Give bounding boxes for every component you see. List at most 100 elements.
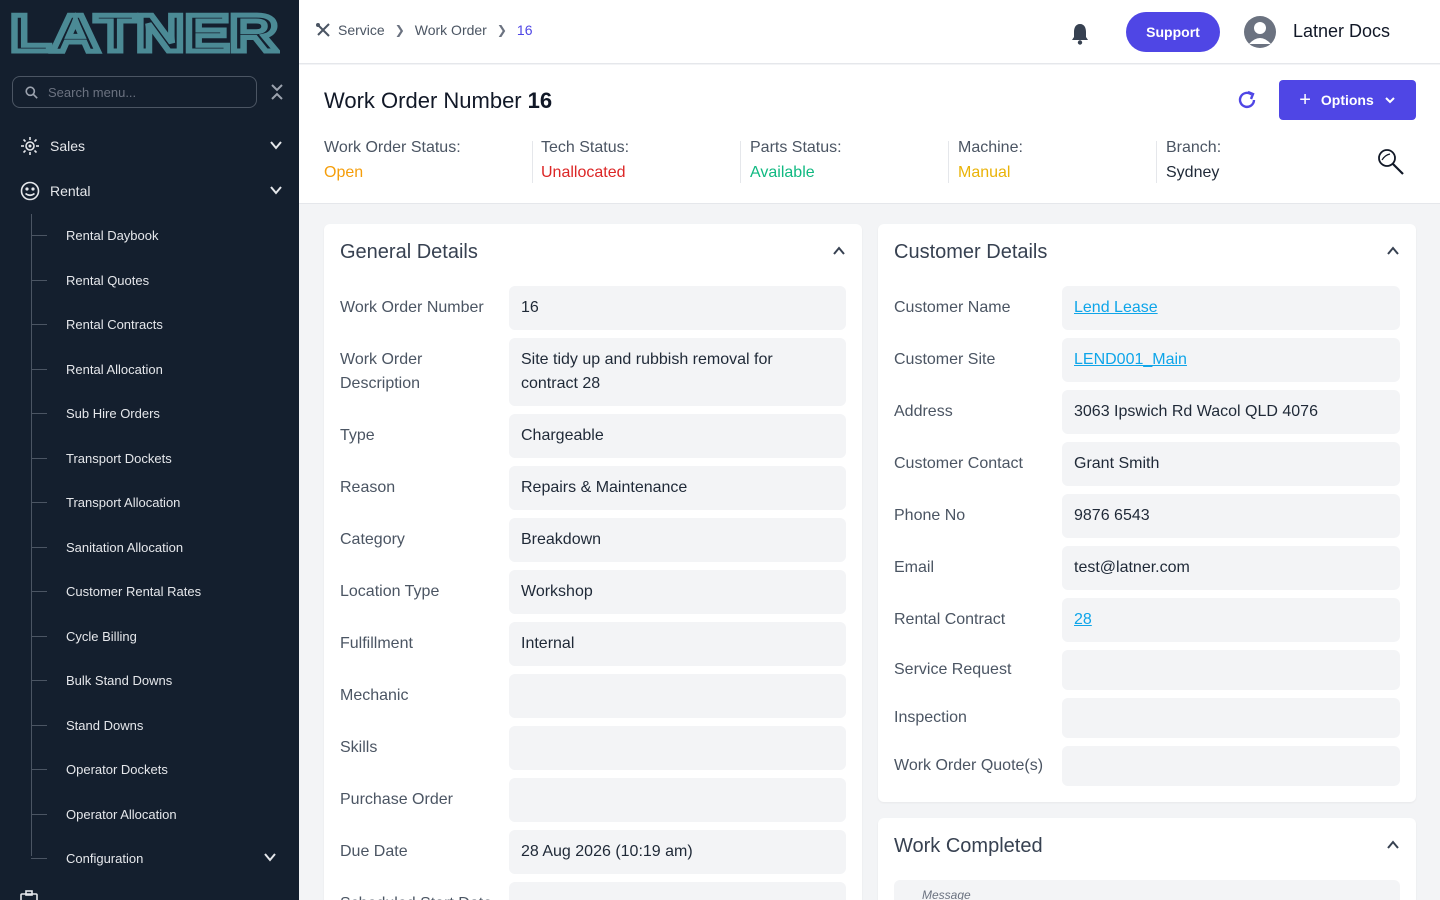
sidebar-item-transport-allocation[interactable]: Transport Allocation: [31, 484, 299, 520]
divider: [948, 141, 949, 183]
sidebar-item-label: Rental Daybook: [66, 227, 159, 243]
sidebar-item-stand-downs[interactable]: Stand Downs: [31, 707, 299, 743]
field-value[interactable]: [1062, 698, 1400, 738]
avatar[interactable]: [1244, 16, 1276, 48]
field-value[interactable]: Site tidy up and rubbish removal for con…: [509, 338, 846, 406]
field-value[interactable]: Grant Smith: [1062, 442, 1400, 486]
field-label: Work Order Number: [340, 299, 484, 316]
field-label: Location Type: [340, 583, 440, 600]
message-input[interactable]: Message: [894, 880, 1400, 900]
sidebar-item-operator-dockets[interactable]: Operator Dockets: [31, 751, 299, 787]
options-label: Options: [1320, 92, 1374, 108]
sidebar-item-label: Transport Allocation: [66, 494, 181, 510]
status-value: Unallocated: [541, 164, 626, 181]
sidebar-item-sales[interactable]: Sales: [0, 126, 299, 166]
sidebar-item-configuration[interactable]: Configuration: [31, 840, 299, 876]
general-details-card: General Details Work Order Number 16 Wor…: [324, 224, 862, 900]
breadcrumb-work-order[interactable]: Work Order: [415, 22, 487, 38]
field-value[interactable]: Breakdown: [509, 518, 846, 562]
customer-name-link[interactable]: Lend Lease: [1074, 299, 1158, 316]
sidebar-item-rental-daybook[interactable]: Rental Daybook: [31, 217, 299, 253]
chevron-up-icon[interactable]: [832, 244, 846, 258]
sidebar-item-customer-rental-rates[interactable]: Customer Rental Rates: [31, 573, 299, 609]
sidebar-item-rental-quotes[interactable]: Rental Quotes: [31, 262, 299, 298]
sidebar-item-sub-hire-orders[interactable]: Sub Hire Orders: [31, 395, 299, 431]
sidebar-item-cycle-billing[interactable]: Cycle Billing: [31, 618, 299, 654]
field-label: Inspection: [894, 709, 967, 726]
sidebar: LATNER Sales Rental Rental Daybook Renta…: [0, 0, 299, 900]
sidebar-item-operator-allocation[interactable]: Operator Allocation: [31, 796, 299, 832]
sidebar-item-label: Rental Allocation: [66, 361, 163, 377]
search-menu-input[interactable]: [48, 84, 228, 100]
field-label: Fulfillment: [340, 635, 413, 652]
latner-logo[interactable]: LATNER: [10, 8, 280, 56]
status-tech: Tech Status: Unallocated: [541, 139, 741, 189]
field-value[interactable]: Repairs & Maintenance: [509, 466, 846, 510]
sidebar-item-rental[interactable]: Rental: [0, 171, 299, 211]
field-value[interactable]: Workshop: [509, 570, 846, 614]
card-title: Work Completed: [894, 835, 1043, 857]
status-parts: Parts Status: Available: [750, 139, 950, 189]
field-value[interactable]: [1062, 746, 1400, 786]
chevron-up-icon[interactable]: [1386, 838, 1400, 852]
field-label: Service Request: [894, 661, 1012, 678]
status-label: Parts Status:: [750, 139, 842, 156]
tools-icon: [316, 23, 330, 37]
sidebar-item-transport-dockets[interactable]: Transport Dockets: [31, 440, 299, 476]
sidebar-item-sanitation-allocation[interactable]: Sanitation Allocation: [31, 529, 299, 565]
support-button[interactable]: Support: [1126, 12, 1220, 52]
field-label: Skills: [340, 739, 378, 756]
status-label: Branch:: [1166, 139, 1222, 156]
field-value[interactable]: 28 Aug 2026 (10:19 am): [509, 830, 846, 874]
field-value[interactable]: [1062, 650, 1400, 690]
field-label: Address: [894, 403, 953, 420]
tree-branch: [31, 635, 47, 637]
field-value[interactable]: Chargeable: [509, 414, 846, 458]
field-value[interactable]: 9876 6543: [1062, 494, 1400, 538]
bell-icon[interactable]: [1070, 23, 1090, 45]
page-title: Work Order Number 16: [324, 88, 552, 114]
tree-branch: [31, 457, 47, 459]
sidebar-item-rental-contracts[interactable]: Rental Contracts: [31, 306, 299, 342]
status-work-order: Work Order Status: Open: [324, 139, 524, 189]
field-value[interactable]: 3063 Ipswich Rd Wacol QLD 4076: [1062, 390, 1400, 434]
field-value[interactable]: [509, 674, 846, 718]
tree-branch: [31, 724, 47, 726]
breadcrumb: Service ❯ Work Order ❯ 16: [315, 22, 532, 38]
collapse-sidebar-icon[interactable]: [268, 82, 286, 102]
equipment-icon: [20, 890, 38, 900]
rental-contract-link[interactable]: 28: [1074, 611, 1092, 628]
field-value[interactable]: [509, 882, 846, 900]
refresh-icon[interactable]: [1236, 89, 1258, 111]
field-value[interactable]: [509, 726, 846, 770]
field-value[interactable]: Internal: [509, 622, 846, 666]
page-title-label: Work Order Number: [324, 88, 522, 113]
sales-icon: [21, 137, 39, 155]
chevron-down-icon: [270, 186, 282, 195]
chevron-down-icon: [1385, 97, 1395, 104]
status-value: Manual: [958, 164, 1011, 181]
options-button[interactable]: + Options: [1279, 80, 1416, 120]
chevron-up-icon[interactable]: [1386, 244, 1400, 258]
sidebar-item-bulk-stand-downs[interactable]: Bulk Stand Downs: [31, 662, 299, 698]
field-label: Customer Site: [894, 351, 996, 368]
tree-branch: [31, 368, 47, 370]
field-label: Type: [340, 427, 375, 444]
user-name[interactable]: Latner Docs: [1293, 21, 1390, 42]
user-icon: [1249, 22, 1271, 44]
breadcrumb-service[interactable]: Service: [338, 22, 385, 38]
status-value: Open: [324, 164, 364, 181]
sidebar-item-label: Sales: [50, 138, 86, 154]
tree-branch: [31, 234, 47, 236]
field-value[interactable]: test@latner.com: [1062, 546, 1400, 590]
breadcrumb-current: 16: [516, 22, 533, 38]
field-value[interactable]: 16: [509, 286, 846, 330]
sidebar-item-rental-allocation[interactable]: Rental Allocation: [31, 351, 299, 387]
tree-branch: [31, 546, 47, 548]
divider: [1156, 141, 1157, 183]
magnify-icon[interactable]: [1376, 147, 1406, 177]
customer-site-link[interactable]: LEND001_Main: [1074, 351, 1187, 368]
field-value[interactable]: [509, 778, 846, 822]
sidebar-item-label: Operator Allocation: [66, 806, 177, 822]
field-value: Lend Lease: [1062, 286, 1400, 330]
